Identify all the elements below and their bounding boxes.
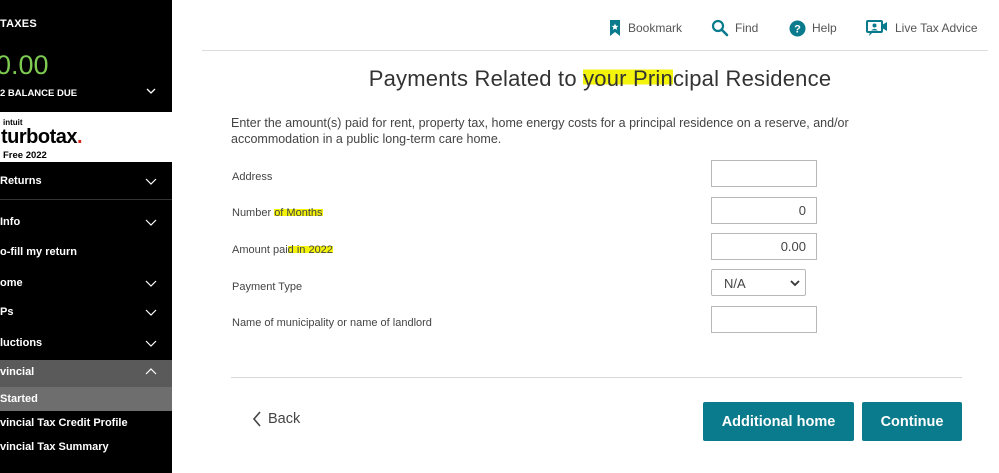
bookmark-label: Bookmark bbox=[628, 21, 683, 35]
nav-divider bbox=[0, 199, 172, 200]
number-of-months-label: Number of Months bbox=[232, 207, 323, 219]
payment-type-value: N/A bbox=[724, 276, 746, 291]
video-chat-icon bbox=[866, 20, 887, 36]
balance-due-label[interactable]: 2 BALANCE DUE bbox=[0, 88, 77, 99]
balance-amount: 0.00 bbox=[0, 50, 49, 80]
payment-type-label: Payment Type bbox=[232, 281, 303, 293]
logo-dot: . bbox=[77, 126, 83, 148]
nav-item-label: luctions bbox=[0, 337, 43, 349]
search-icon bbox=[711, 19, 729, 37]
amount-paid-label: Amount paid in 2022 bbox=[232, 244, 333, 256]
svg-text:?: ? bbox=[794, 23, 801, 35]
logo-brand-text: turbotax. bbox=[1, 126, 83, 149]
number-of-months-input[interactable]: 0 bbox=[711, 197, 817, 224]
chevron-down-icon bbox=[145, 309, 157, 316]
label-part: Amount pai bbox=[232, 244, 288, 256]
sub-item-get-started[interactable]: Started bbox=[0, 387, 172, 411]
amount-paid-input[interactable]: 0.00 bbox=[711, 233, 817, 260]
page-title-part: Payments Related to bbox=[368, 66, 584, 91]
footer-divider bbox=[231, 377, 962, 378]
nav-item-label: ome bbox=[0, 277, 23, 289]
chevron-down-icon bbox=[145, 280, 157, 287]
municipality-label: Name of municipality or name of landlord bbox=[232, 317, 432, 329]
turbotax-logo: intuit turbotax. Free 2022 bbox=[0, 112, 172, 162]
nav-item-label: Ps bbox=[0, 306, 14, 318]
municipality-input[interactable] bbox=[711, 306, 817, 333]
address-input[interactable] bbox=[711, 160, 817, 187]
bookmark-button[interactable]: Bookmark bbox=[608, 18, 682, 38]
sub-item-tax-credit-profile[interactable]: vincial Tax Credit Profile bbox=[0, 411, 172, 435]
address-label: Address bbox=[232, 171, 273, 183]
help-icon: ? bbox=[789, 20, 806, 36]
taxes-label: TAXES bbox=[0, 18, 37, 30]
sub-item-label: Started bbox=[0, 393, 38, 405]
additional-home-button[interactable]: Additional home bbox=[703, 402, 854, 441]
back-button[interactable]: Back bbox=[252, 411, 300, 427]
logo-edition: Free 2022 bbox=[3, 150, 47, 161]
chevron-left-icon bbox=[252, 411, 261, 427]
logo-brand: turbotax bbox=[1, 126, 78, 148]
label-highlighted: d in 2022 bbox=[287, 244, 333, 256]
payment-type-select[interactable]: N/A bbox=[711, 269, 806, 296]
help-button[interactable]: ? Help bbox=[789, 18, 837, 38]
find-label: Find bbox=[735, 21, 759, 35]
find-button[interactable]: Find bbox=[711, 18, 758, 38]
chevron-down-icon bbox=[145, 340, 157, 347]
bookmark-icon bbox=[610, 20, 620, 36]
chevron-down-icon bbox=[145, 178, 157, 185]
label-part: Number bbox=[232, 207, 275, 219]
help-label: Help bbox=[812, 21, 837, 35]
nav-item-income[interactable]: ome bbox=[0, 271, 172, 295]
chevron-up-icon bbox=[145, 368, 157, 375]
nav-item-rrsps[interactable]: Ps bbox=[0, 300, 172, 324]
chevron-down-icon[interactable] bbox=[146, 86, 156, 96]
page-title-part: cipal Residence bbox=[672, 66, 832, 91]
live-tax-advice-label: Live Tax Advice bbox=[895, 21, 978, 35]
sub-item-label: vincial Tax Summary bbox=[0, 441, 109, 453]
nav-item-deductions[interactable]: luctions bbox=[0, 331, 172, 355]
chevron-down-icon bbox=[145, 219, 157, 226]
intro-text: Enter the amount(s) paid for rent, prope… bbox=[231, 116, 849, 146]
nav-item-info[interactable]: Info bbox=[0, 210, 172, 234]
sidebar: TAXES 0.00 2 BALANCE DUE intuit turbotax… bbox=[0, 0, 172, 473]
nav-item-label: Returns bbox=[0, 175, 42, 187]
sub-item-tax-summary[interactable]: vincial Tax Summary bbox=[0, 435, 172, 459]
label-highlighted: of Months bbox=[274, 207, 323, 219]
nav-item-label: Info bbox=[0, 216, 21, 228]
live-tax-advice-button[interactable]: Live Tax Advice bbox=[866, 18, 978, 38]
chevron-down-icon bbox=[790, 280, 800, 287]
nav-item-label: o-fill my return bbox=[0, 246, 78, 258]
nav-item-autofill[interactable]: o-fill my return bbox=[0, 240, 172, 264]
header-divider bbox=[202, 50, 988, 51]
page-title: Payments Related to your Principal Resid… bbox=[330, 66, 870, 92]
nav-item-provincial[interactable]: vincial bbox=[0, 360, 172, 387]
sub-item-label: vincial Tax Credit Profile bbox=[0, 417, 128, 429]
back-label: Back bbox=[268, 411, 301, 427]
nav-item-returns[interactable]: Returns bbox=[0, 169, 172, 193]
continue-button[interactable]: Continue bbox=[862, 402, 962, 441]
page-title-highlighted: your Prin bbox=[583, 66, 673, 91]
nav-item-label: vincial bbox=[0, 366, 35, 378]
